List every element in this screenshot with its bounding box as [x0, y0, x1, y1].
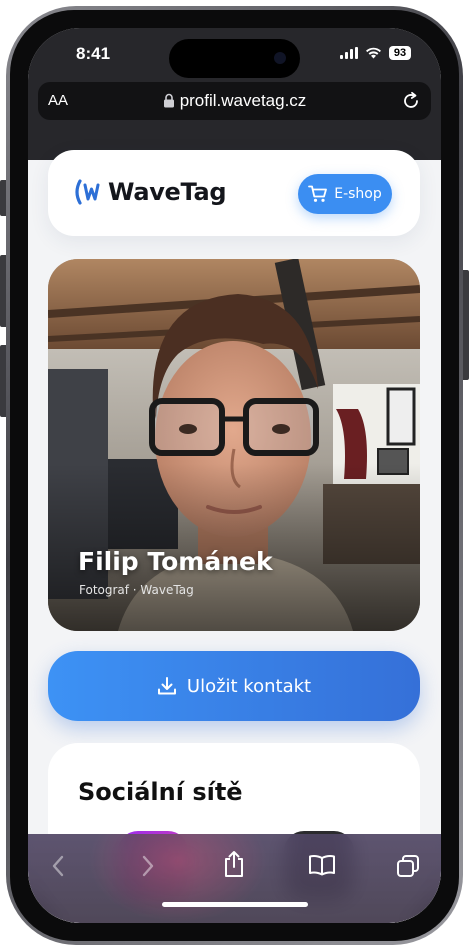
- social-title: Sociální sítě: [78, 778, 243, 806]
- toolbar-glow: [88, 834, 268, 923]
- share-icon[interactable]: [223, 850, 245, 878]
- battery-icon: 93: [389, 46, 411, 60]
- screen: 8:41 93 AA profil.wavetag.cz WaveTag E-s…: [28, 28, 441, 923]
- profile-name: Filip Tománek: [78, 547, 273, 576]
- url-bar[interactable]: AA profil.wavetag.cz: [38, 82, 431, 120]
- wifi-icon: [366, 47, 381, 59]
- cart-icon: [308, 185, 328, 202]
- wave-logo-icon: [75, 179, 100, 205]
- brand-name: WaveTag: [108, 178, 227, 206]
- header-card: WaveTag E-shop: [48, 150, 420, 236]
- eshop-button[interactable]: E-shop: [298, 174, 392, 214]
- dynamic-island: [169, 39, 300, 78]
- profile-role: Fotograf · WaveTag: [79, 583, 194, 597]
- camera-icon: [274, 52, 286, 64]
- status-area: 8:41 93 AA profil.wavetag.cz: [28, 28, 441, 160]
- address-field[interactable]: profil.wavetag.cz: [38, 91, 431, 111]
- status-time: 8:41: [76, 44, 111, 63]
- eshop-label: E-shop: [334, 186, 382, 202]
- save-contact-button[interactable]: Uložit kontakt: [48, 651, 420, 721]
- brand-logo[interactable]: WaveTag: [74, 178, 227, 206]
- bookmarks-icon[interactable]: [308, 854, 336, 876]
- status-icons: 93: [340, 46, 411, 60]
- power-button: [463, 270, 469, 380]
- home-indicator[interactable]: [162, 902, 308, 907]
- phone-mockup: 8:41 93 AA profil.wavetag.cz WaveTag E-s…: [0, 0, 469, 951]
- browser-toolbar: [28, 834, 441, 923]
- signal-icon: [340, 47, 358, 59]
- back-icon[interactable]: [50, 854, 66, 878]
- save-contact-label: Uložit kontakt: [186, 675, 312, 697]
- tabs-icon[interactable]: [396, 854, 420, 878]
- reload-icon[interactable]: [401, 91, 421, 111]
- lock-icon: [163, 93, 174, 108]
- url-text: profil.wavetag.cz: [179, 91, 307, 110]
- profile-card: Filip Tománek Fotograf · WaveTag: [48, 259, 420, 631]
- download-icon: [157, 677, 176, 695]
- forward-icon[interactable]: [140, 854, 156, 878]
